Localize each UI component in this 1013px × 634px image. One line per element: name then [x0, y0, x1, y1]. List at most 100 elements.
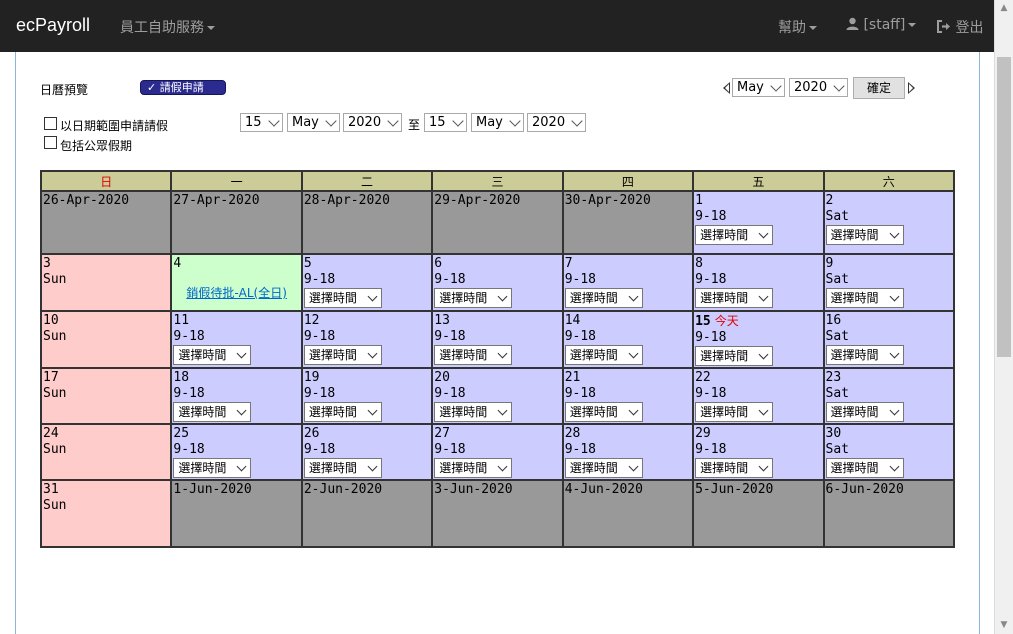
- select-time-label: 選擇時間: [569, 348, 618, 362]
- select-time-dropdown[interactable]: 選擇時間: [434, 288, 513, 308]
- calendar-day-cell[interactable]: 21 9-18 選擇時間: [561, 367, 695, 425]
- calendar-day-cell[interactable]: 16 Sat 選擇時間: [822, 310, 956, 369]
- day-info: Sun: [43, 272, 169, 288]
- calendar-day-cell[interactable]: 22 9-18 選擇時間: [692, 367, 825, 425]
- calendar-day-cell[interactable]: 5 9-18 選擇時間: [300, 253, 434, 312]
- day-number-text: 2: [825, 193, 834, 208]
- calendar-day-cell: 29-Apr-2020: [431, 190, 564, 255]
- select-time-dropdown[interactable]: 選擇時間: [695, 458, 774, 478]
- calendar-day-cell: 30-Apr-2020: [561, 190, 695, 255]
- select-time-dropdown[interactable]: 選擇時間: [825, 458, 904, 478]
- select-time-dropdown[interactable]: 選擇時間: [825, 402, 904, 422]
- select-time-dropdown[interactable]: 選擇時間: [303, 458, 382, 478]
- day-info: 9-18: [565, 329, 691, 345]
- nav-logout-label: 登出: [955, 20, 984, 36]
- calendar-day-cell[interactable]: 1 9-18 選擇時間: [692, 190, 825, 255]
- calendar-day-cell[interactable]: 23 Sat 選擇時間: [822, 367, 956, 425]
- scroll-down-icon[interactable]: ▼: [995, 617, 1013, 634]
- day-number: 15 今天: [695, 313, 821, 330]
- calendar-preview-label: 日曆預覽: [40, 83, 89, 97]
- range-from-month-select[interactable]: May: [287, 113, 340, 132]
- calendar-day-cell[interactable]: 4 銷假待批-AL(全日): [170, 253, 303, 312]
- calendar-day-cell[interactable]: 28 9-18 選擇時間: [561, 423, 695, 481]
- calendar-day-cell[interactable]: 14 9-18 選擇時間: [561, 310, 695, 369]
- day-info-text: 9-18: [173, 329, 205, 344]
- calendar-week-row: 24 Sun 25 9-18 選擇時間 26 9-18 選擇時間 27 9-18 選擇時間 28 9-1…: [39, 423, 956, 481]
- select-time-dropdown[interactable]: 選擇時間: [434, 345, 513, 365]
- range-to-month-select[interactable]: May: [471, 113, 524, 132]
- calendar-day-cell[interactable]: 26 9-18 選擇時間: [300, 423, 434, 481]
- calendar-day-cell[interactable]: 30 Sat 選擇時間: [822, 423, 956, 481]
- select-time-dropdown[interactable]: 選擇時間: [303, 288, 382, 308]
- select-time-dropdown[interactable]: 選擇時間: [434, 402, 513, 422]
- day-info: 9-18: [173, 329, 299, 345]
- calendar-day-cell[interactable]: 8 9-18 選擇時間: [692, 253, 825, 312]
- scroll-thumb[interactable]: [997, 57, 1011, 357]
- day-info: 9-18: [304, 386, 430, 402]
- select-time-dropdown[interactable]: 選擇時間: [434, 458, 513, 478]
- select-time-dropdown[interactable]: 選擇時間: [564, 458, 643, 478]
- day-number: 23: [826, 370, 952, 386]
- select-time-dropdown[interactable]: 選擇時間: [173, 402, 252, 422]
- range-from-year-select[interactable]: 2020: [343, 113, 402, 132]
- calendar-day-cell[interactable]: 6 9-18 選擇時間: [431, 253, 564, 312]
- select-time-dropdown[interactable]: 選擇時間: [564, 345, 643, 365]
- calendar-day-cell[interactable]: 9 Sat 選擇時間: [822, 253, 956, 312]
- select-time-dropdown[interactable]: 選擇時間: [825, 288, 904, 308]
- calendar-day-cell[interactable]: 25 9-18 選擇時間: [170, 423, 303, 481]
- day-number: 13: [434, 313, 560, 329]
- select-time-dropdown[interactable]: 選擇時間: [695, 346, 774, 366]
- select-time-dropdown[interactable]: 選擇時間: [695, 288, 774, 308]
- scroll-up-icon[interactable]: ▲: [995, 0, 1013, 17]
- leave-apply-button[interactable]: ✓ 請假申請: [140, 80, 226, 95]
- year-select[interactable]: 2020: [789, 78, 848, 97]
- date-range-checkbox[interactable]: [44, 117, 57, 130]
- range-to-day-select[interactable]: 15: [424, 113, 467, 132]
- nav-logout-link[interactable]: 登出: [937, 17, 983, 37]
- month-select[interactable]: May: [732, 78, 785, 97]
- calendar-day-cell: 28-Apr-2020: [300, 190, 434, 255]
- calendar-day-cell[interactable]: 15 今天 9-18 選擇時間: [692, 310, 825, 369]
- calendar-day-cell[interactable]: 7 9-18 選擇時間: [561, 253, 695, 312]
- calendar-day-cell[interactable]: 27 9-18 選擇時間: [431, 423, 564, 481]
- chevron-down-icon: [236, 461, 247, 472]
- select-time-dropdown[interactable]: 選擇時間: [564, 402, 643, 422]
- nav-user-menu[interactable]: [staff]: [846, 17, 917, 33]
- calendar-day-cell[interactable]: 13 9-18 選擇時間: [431, 310, 564, 369]
- select-time-dropdown[interactable]: 選擇時間: [825, 345, 904, 365]
- calendar-day-cell[interactable]: 18 9-18 選擇時間: [170, 367, 303, 425]
- vertical-scrollbar[interactable]: ▲ ▼: [994, 0, 1013, 634]
- confirm-button[interactable]: 確定: [853, 77, 905, 99]
- nav-self-service-menu[interactable]: 員工自助服務: [120, 17, 215, 37]
- calendar-day-cell[interactable]: 20 9-18 選擇時間: [431, 367, 564, 425]
- calendar-day-cell[interactable]: 19 9-18 選擇時間: [300, 367, 434, 425]
- calendar-day-cell: 27-Apr-2020: [170, 190, 303, 255]
- calendar-day-cell[interactable]: 2 Sat 選擇時間: [822, 190, 956, 255]
- calendar-day-cell[interactable]: 29 9-18 選擇時間: [692, 423, 825, 481]
- weekday-header: 三: [431, 170, 564, 192]
- day-number-text: 6: [434, 256, 443, 271]
- day-info: Sat: [826, 329, 952, 345]
- brand-logo[interactable]: ecPayroll: [16, 15, 90, 36]
- select-time-label: 選擇時間: [308, 461, 357, 475]
- prev-month-icon[interactable]: [723, 82, 730, 94]
- include-holidays-checkbox[interactable]: [44, 136, 57, 149]
- select-time-dropdown[interactable]: 選擇時間: [173, 458, 252, 478]
- select-time-dropdown[interactable]: 選擇時間: [825, 225, 904, 245]
- select-time-dropdown[interactable]: 選擇時間: [303, 345, 382, 365]
- next-month-icon[interactable]: [908, 82, 915, 94]
- select-time-dropdown[interactable]: 選擇時間: [695, 225, 774, 245]
- day-number-text: 8: [695, 256, 703, 271]
- calendar-day-cell[interactable]: 12 9-18 選擇時間: [300, 310, 434, 369]
- range-to-year-select[interactable]: 2020: [527, 113, 586, 132]
- calendar-day-cell[interactable]: 11 9-18 選擇時間: [170, 310, 303, 369]
- pending-leave-link[interactable]: 銷假待批-AL(全日): [173, 284, 299, 301]
- select-time-dropdown[interactable]: 選擇時間: [564, 288, 643, 308]
- select-time-dropdown[interactable]: 選擇時間: [695, 402, 774, 422]
- select-time-dropdown[interactable]: 選擇時間: [173, 345, 252, 365]
- nav-help-menu[interactable]: 幫助: [778, 17, 817, 37]
- leave-apply-label: 請假申請: [159, 81, 204, 94]
- chevron-down-icon: [509, 115, 521, 127]
- range-from-day-select[interactable]: 15: [240, 113, 283, 132]
- select-time-dropdown[interactable]: 選擇時間: [303, 402, 382, 422]
